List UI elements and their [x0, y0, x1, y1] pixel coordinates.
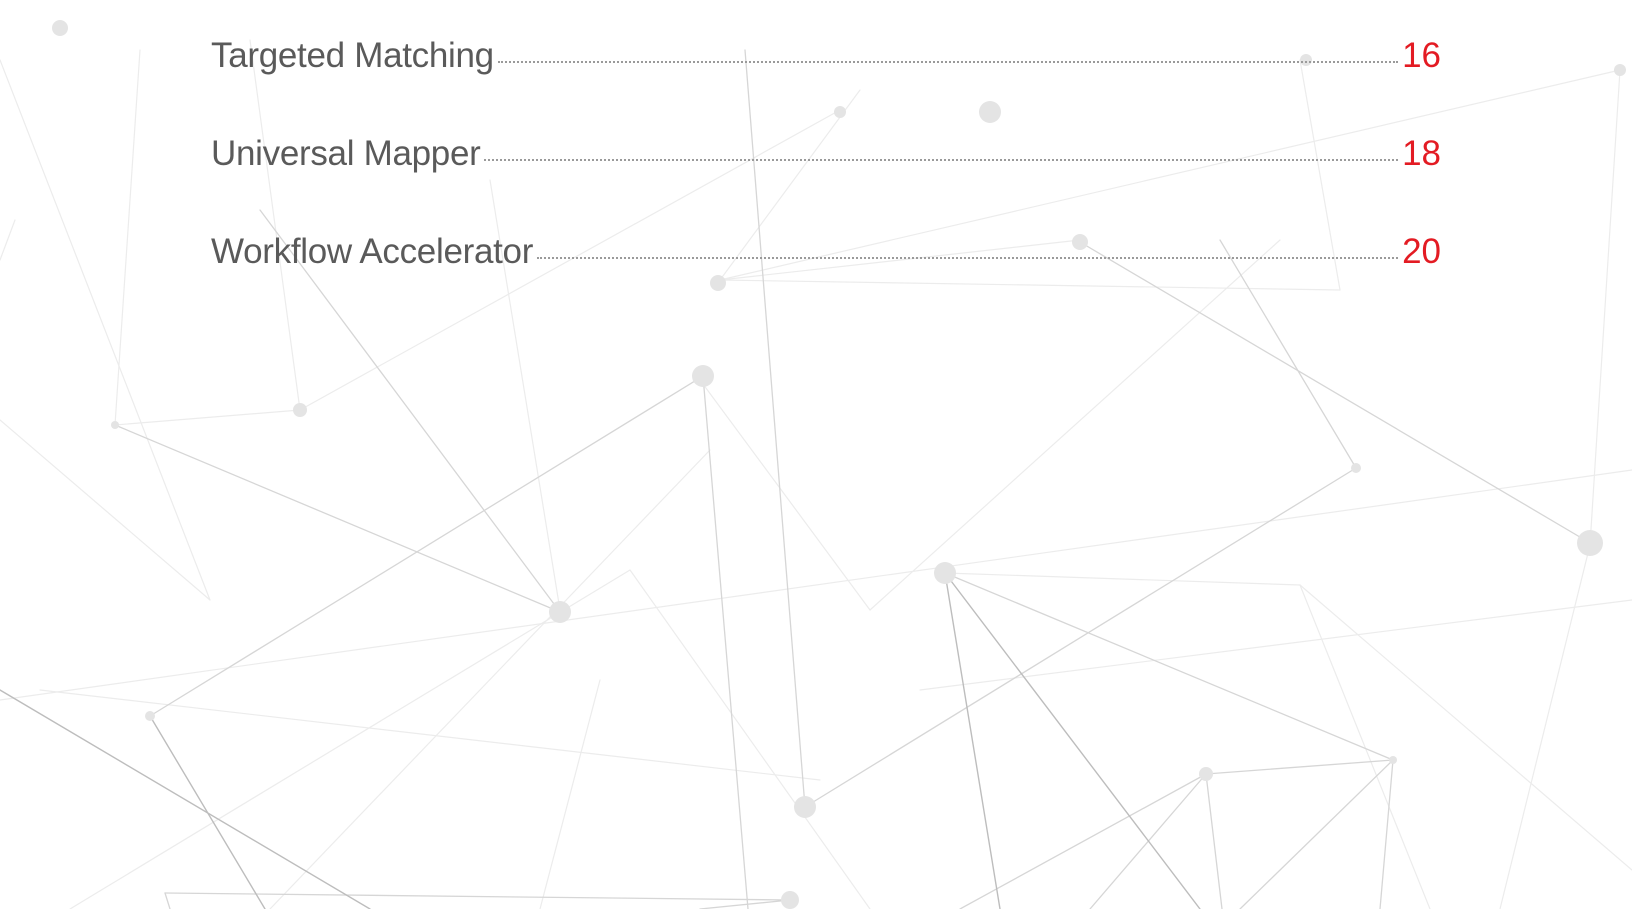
dotted-leader — [497, 61, 1399, 63]
toc-entry-page-number: 16 — [1402, 36, 1441, 75]
toc-entry-page-number: 18 — [1402, 134, 1441, 173]
dotted-leader — [537, 257, 1399, 259]
toc-page: Targeted Matching 16 Universal Mapper 18… — [0, 0, 1632, 909]
table-of-contents: Targeted Matching 16 Universal Mapper 18… — [211, 36, 1441, 330]
toc-entry-universal-mapper[interactable]: Universal Mapper 18 — [211, 134, 1441, 232]
toc-entry-targeted-matching[interactable]: Targeted Matching 16 — [211, 36, 1441, 134]
toc-entry-title: Targeted Matching — [211, 36, 494, 75]
toc-entry-page-number: 20 — [1402, 232, 1441, 271]
toc-entry-title: Workflow Accelerator — [211, 232, 534, 271]
dotted-leader — [484, 159, 1399, 161]
toc-entry-workflow-accelerator[interactable]: Workflow Accelerator 20 — [211, 232, 1441, 330]
toc-entry-title: Universal Mapper — [211, 134, 481, 173]
